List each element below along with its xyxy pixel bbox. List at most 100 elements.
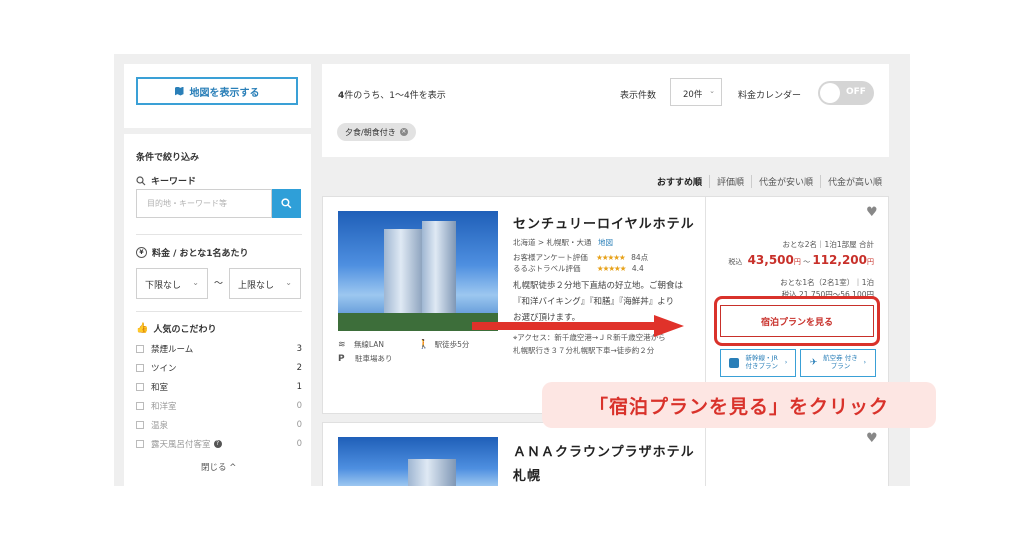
yen: 円 — [793, 258, 801, 266]
keyword-heading: キーワード — [136, 174, 196, 187]
map-icon — [174, 86, 184, 96]
rail-plan-label: 新幹線・JR 付きプラン — [745, 354, 778, 370]
sort-rating[interactable]: 評価順 — [708, 175, 751, 188]
map-box: 地図を表示する — [124, 64, 311, 128]
heart-icon[interactable]: ♥ — [866, 431, 878, 446]
popular-heading: 👍 人気のこだわり — [136, 322, 216, 335]
price-high: 112,200 — [812, 253, 867, 267]
amenity-label: 駅徒歩5分 — [434, 340, 470, 349]
chevron-down-icon: ⌄ — [709, 87, 715, 95]
results-toolbar — [322, 64, 889, 157]
checkbox[interactable] — [136, 364, 144, 372]
price-guests: おとな2名｜1泊1部屋 合計 — [782, 240, 874, 249]
search-icon — [281, 198, 292, 209]
price-heading: ¥ 料金 / おとな1名あたり — [136, 246, 249, 259]
sort-options: おすすめ順 評価順 代金が安い順 代金が高い順 — [650, 175, 889, 188]
rating-value: 4.4 — [631, 264, 644, 273]
filter-option[interactable]: 和洋室 0 — [136, 399, 302, 413]
per-page-select[interactable]: 20件 ⌄ — [670, 78, 722, 106]
option-label: 和室 — [151, 383, 169, 393]
keyword-search-button[interactable] — [272, 189, 301, 218]
filter-option[interactable]: 和室 1 — [136, 380, 302, 394]
rail-plan-button[interactable]: 新幹線・JR 付きプラン › — [720, 349, 796, 377]
star-rating: ★★★★★ — [596, 264, 627, 273]
price-low: 43,500 — [747, 253, 794, 267]
amenity-parking: P 駐車場あり — [338, 353, 393, 364]
hotel-location: 北海道 > 札幌駅・大通 地図 — [513, 237, 613, 248]
per-page-value: 20件 — [683, 90, 703, 100]
desc-line: 札幌駅徒歩２分地下直結の好立地。ご朝食は — [513, 281, 684, 291]
close-icon[interactable]: × — [399, 128, 408, 136]
search-icon — [136, 175, 146, 185]
min-price-select[interactable]: 下限なし ⌄ — [136, 268, 208, 299]
column-divider — [705, 423, 706, 486]
thumbs-up-icon: 👍 — [136, 323, 149, 334]
calendar-toggle[interactable]: OFF — [818, 81, 874, 105]
hotel-name-line: 札幌 — [513, 469, 542, 484]
rating-value: 84点 — [631, 253, 649, 262]
filter-option[interactable]: ツイン 2 — [136, 361, 302, 375]
yen: 円 — [867, 258, 874, 266]
help-icon: ? — [213, 440, 222, 448]
max-price-select[interactable]: 上限なし ⌄ — [229, 268, 301, 299]
hotel-name-line: ＡＮＡクラウンプラザホテル — [513, 445, 695, 460]
option-count: 0 — [296, 439, 302, 449]
sort-recommended[interactable]: おすすめ順 — [650, 175, 709, 188]
hotel-name[interactable]: センチュリーロイヤルホテル — [513, 213, 695, 232]
access-line: 札幌駅行き３７分札幌駅下車→徒歩約２分 — [513, 346, 655, 355]
price-tilde: 〜 — [214, 279, 224, 289]
chevron-down-icon: ⌄ — [192, 278, 199, 287]
divider — [136, 234, 302, 235]
calendar-icon — [820, 83, 840, 103]
price-range: 税込 43,500円 〜 112,200円 — [728, 253, 874, 267]
map-link[interactable]: 地図 — [598, 238, 613, 247]
walking-icon: 🚶 — [418, 340, 430, 350]
option-label: 禁煙ルーム — [151, 345, 194, 355]
option-count: 2 — [296, 363, 302, 373]
option-count: 0 — [296, 420, 302, 430]
checkbox[interactable] — [136, 402, 144, 410]
checkbox[interactable] — [136, 440, 144, 448]
heart-icon[interactable]: ♥ — [866, 205, 878, 220]
sort-price-asc[interactable]: 代金が安い順 — [750, 175, 820, 188]
show-map-button[interactable]: 地図を表示する — [136, 77, 298, 105]
hotel-card: ＡＮＡクラウンプラザホテル 札幌 ♥ — [322, 422, 889, 486]
per-page-label: 表示件数 — [620, 91, 657, 101]
keyword-label: キーワード — [151, 177, 197, 187]
amenity-label: 無線LAN — [353, 340, 385, 349]
arrow-shaft — [472, 322, 658, 330]
option-count: 1 — [296, 382, 302, 392]
checkbox[interactable] — [136, 383, 144, 391]
air-plan-button[interactable]: ✈ 航空券 付きプラン › — [800, 349, 876, 377]
hotel-photo — [338, 437, 498, 486]
filter-option[interactable]: 禁煙ルーム 3 — [136, 342, 302, 356]
airplane-icon: ✈ — [809, 357, 818, 368]
min-price-value: 下限なし — [145, 281, 182, 291]
keyword-input[interactable]: 目的地・キーワード等 — [136, 189, 272, 218]
hotel-name[interactable]: ＡＮＡクラウンプラザホテル 札幌 — [513, 441, 695, 486]
option-label: ツイン — [151, 364, 177, 374]
filter-option[interactable]: 露天風呂付客室? 0 — [136, 437, 302, 451]
location-text: 北海道 > 札幌駅・大通 — [513, 238, 592, 247]
collapse-link[interactable]: 閉じる ^ — [201, 461, 236, 473]
divider — [136, 311, 302, 312]
desc-line: 『和洋バイキング』『和膳』『海鮮丼』より — [513, 297, 675, 307]
filter-option[interactable]: 温泉 0 — [136, 418, 302, 432]
train-icon — [728, 358, 739, 368]
rating-survey: お客様アンケート評価 ★★★★★ 84点 — [513, 252, 648, 263]
result-count: 4件のうち、1〜4件を表示 — [338, 88, 446, 101]
air-plan-label: 航空券 付きプラン — [823, 354, 858, 370]
instruction-callout: 「宿泊プランを見る」をクリック — [542, 382, 936, 428]
checkbox[interactable] — [136, 421, 144, 429]
filter-title: 条件で絞り込み — [136, 153, 200, 163]
checkbox[interactable] — [136, 345, 144, 353]
active-filter-chip[interactable]: 夕食/朝食付き × — [337, 123, 416, 141]
price-tilde: 〜 — [803, 258, 811, 266]
highlight-ring — [714, 296, 880, 346]
chevron-right-icon: › — [863, 358, 867, 367]
per-person: おとな1名（2名1室）｜1泊 — [780, 278, 874, 287]
tax-label: 税込 — [728, 258, 743, 266]
arrow-head — [654, 315, 684, 337]
chevron-down-icon: ⌄ — [285, 278, 292, 287]
sort-price-desc[interactable]: 代金が高い順 — [819, 175, 889, 188]
